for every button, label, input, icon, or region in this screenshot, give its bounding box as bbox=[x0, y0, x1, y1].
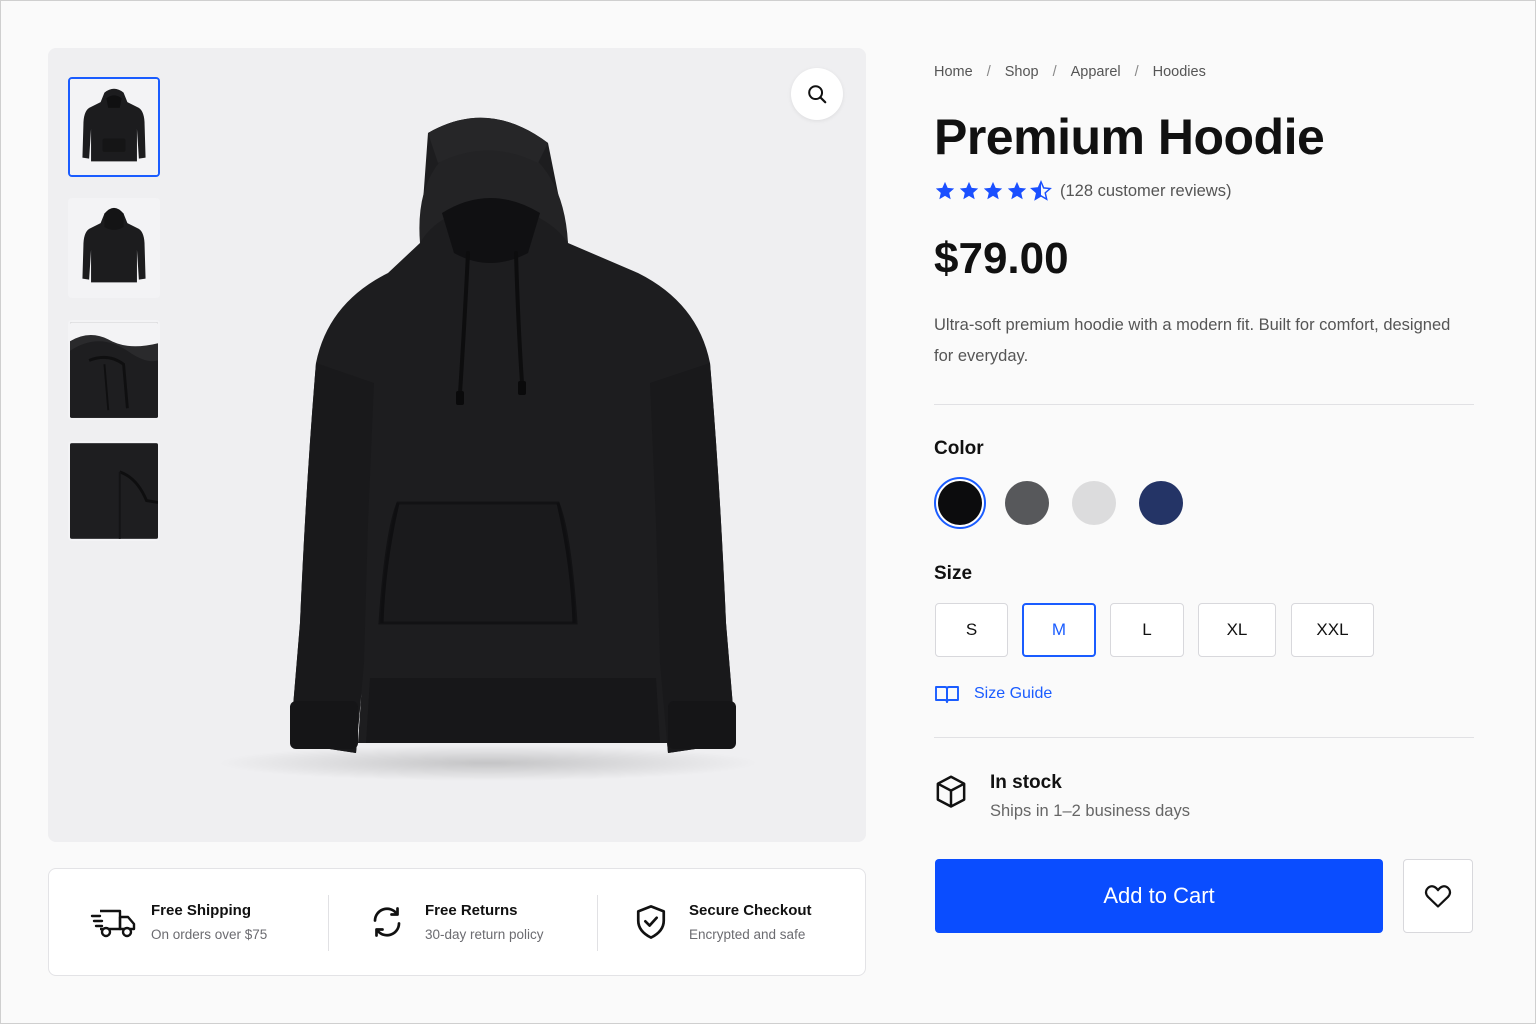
hoodie-back-thumbnail-image bbox=[70, 200, 158, 296]
divider bbox=[597, 895, 598, 951]
feature-subtitle: 30-day return policy bbox=[425, 927, 544, 942]
product-price: $79.00 bbox=[934, 234, 1069, 283]
size-option-s[interactable]: S bbox=[935, 603, 1008, 657]
box-icon bbox=[936, 775, 966, 808]
divider bbox=[328, 895, 329, 951]
hoodie-front-thumbnail-image bbox=[70, 79, 158, 175]
search-icon bbox=[808, 85, 827, 104]
size-guide-label: Size Guide bbox=[974, 685, 1053, 702]
product-title: Premium Hoodie bbox=[934, 109, 1325, 165]
thumbnail-pocket-detail[interactable] bbox=[68, 441, 160, 541]
refresh-icon bbox=[363, 898, 411, 946]
heart-icon bbox=[1424, 885, 1452, 908]
star-full-icon bbox=[959, 181, 979, 200]
product-gallery bbox=[48, 48, 866, 842]
divider bbox=[934, 404, 1474, 405]
product-rating[interactable]: (128 customer reviews) bbox=[934, 180, 1231, 202]
breadcrumb-separator: / bbox=[1052, 64, 1057, 80]
hoodie-main-image bbox=[218, 117, 758, 781]
stock-status: In stock Ships in 1–2 business days bbox=[934, 772, 1190, 821]
color-swatch-charcoal[interactable] bbox=[1005, 481, 1049, 525]
color-swatch-black[interactable] bbox=[934, 477, 986, 529]
shipping-estimate: Ships in 1–2 business days bbox=[990, 802, 1190, 820]
feature-subtitle: Encrypted and safe bbox=[689, 927, 806, 942]
feature-free-returns: Free Returns 30-day return policy bbox=[363, 869, 544, 975]
thumbnail-front[interactable] bbox=[68, 77, 160, 177]
color-swatch-light-gray[interactable] bbox=[1072, 481, 1116, 525]
feature-subtitle: On orders over $75 bbox=[151, 927, 268, 942]
add-to-cart-button[interactable]: Add to Cart bbox=[935, 859, 1383, 933]
stock-status-label: In stock bbox=[990, 772, 1062, 793]
size-label: Size bbox=[934, 563, 973, 584]
breadcrumb-hoodies[interactable]: Hoodies bbox=[1153, 64, 1206, 80]
star-half-icon bbox=[1030, 180, 1052, 201]
features-bar: Free Shipping On orders over $75 Free Re… bbox=[48, 868, 866, 976]
swatch-fill bbox=[938, 481, 982, 525]
divider bbox=[934, 737, 1474, 738]
breadcrumb: Home / Shop / Apparel / Hoodies bbox=[934, 64, 1206, 80]
shield-check-icon bbox=[627, 898, 675, 946]
hoodie-hood-detail-thumbnail-image bbox=[70, 322, 158, 418]
color-swatch-navy[interactable] bbox=[1139, 481, 1183, 525]
thumbnail-back[interactable] bbox=[68, 198, 160, 298]
review-count[interactable]: (128 customer reviews) bbox=[1060, 182, 1231, 201]
wishlist-button[interactable] bbox=[1403, 859, 1473, 933]
book-icon bbox=[935, 686, 959, 703]
zoom-button[interactable] bbox=[791, 68, 843, 120]
feature-title: Free Returns bbox=[425, 902, 518, 919]
main-product-image bbox=[198, 103, 768, 783]
star-rating bbox=[934, 180, 1052, 202]
thumbnail-hood-detail[interactable] bbox=[68, 320, 160, 420]
size-option-xl[interactable]: XL bbox=[1198, 603, 1276, 657]
feature-free-shipping: Free Shipping On orders over $75 bbox=[89, 869, 267, 975]
color-label: Color bbox=[934, 438, 984, 459]
breadcrumb-shop[interactable]: Shop bbox=[1005, 64, 1039, 80]
size-option-xxl[interactable]: XXL bbox=[1291, 603, 1374, 657]
truck-icon bbox=[89, 898, 137, 946]
feature-secure-checkout: Secure Checkout Encrypted and safe bbox=[627, 869, 812, 975]
hoodie-pocket-detail-thumbnail-image bbox=[70, 443, 158, 539]
feature-title: Secure Checkout bbox=[689, 902, 812, 919]
star-full-icon bbox=[1007, 181, 1027, 200]
size-guide-link[interactable]: Size Guide bbox=[934, 684, 1052, 704]
breadcrumb-separator: / bbox=[986, 64, 991, 80]
star-full-icon bbox=[935, 181, 955, 200]
star-full-icon bbox=[983, 181, 1003, 200]
size-option-m[interactable]: M bbox=[1022, 603, 1096, 657]
feature-title: Free Shipping bbox=[151, 902, 252, 919]
product-description: Ultra-soft premium hoodie with a modern … bbox=[934, 316, 1451, 365]
size-option-l[interactable]: L bbox=[1110, 603, 1184, 657]
breadcrumb-home[interactable]: Home bbox=[934, 64, 973, 80]
breadcrumb-apparel[interactable]: Apparel bbox=[1071, 64, 1121, 80]
breadcrumb-separator: / bbox=[1134, 64, 1139, 80]
